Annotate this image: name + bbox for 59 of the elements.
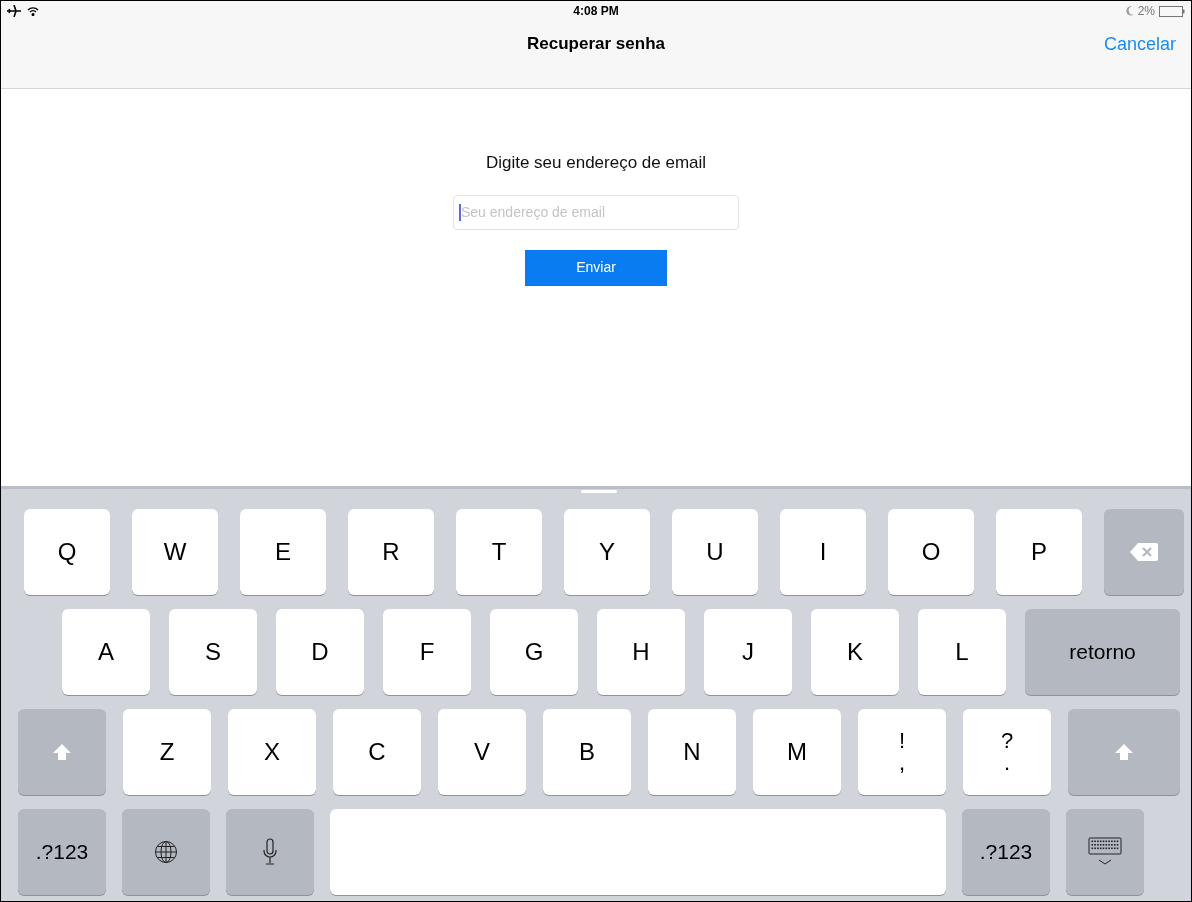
- globe-icon: [154, 840, 178, 864]
- backspace-key[interactable]: [1104, 509, 1184, 595]
- key[interactable]: ? .: [963, 709, 1051, 795]
- key[interactable]: P: [996, 509, 1082, 595]
- key[interactable]: S: [169, 609, 257, 695]
- wifi-icon: [27, 6, 39, 16]
- keyboard-hide-icon: [1088, 837, 1122, 867]
- key[interactable]: K: [811, 609, 899, 695]
- battery-percent: 2%: [1137, 3, 1155, 20]
- key[interactable]: Y: [564, 509, 650, 595]
- battery-icon: [1159, 5, 1185, 17]
- key-symbol: ,: [898, 752, 906, 774]
- key[interactable]: T: [456, 509, 542, 595]
- key[interactable]: F: [383, 609, 471, 695]
- key[interactable]: L: [918, 609, 1006, 695]
- moon-icon: [1125, 6, 1134, 16]
- hide-keyboard-key[interactable]: [1066, 809, 1144, 895]
- shift-icon: [1114, 743, 1134, 761]
- shift-key[interactable]: [18, 709, 106, 795]
- key[interactable]: B: [543, 709, 631, 795]
- email-field[interactable]: Seu endereço de email: [453, 194, 739, 230]
- globe-key[interactable]: [122, 809, 210, 895]
- key[interactable]: .?123: [962, 809, 1050, 895]
- key[interactable]: I: [780, 509, 866, 595]
- key[interactable]: Z: [123, 709, 211, 795]
- key[interactable]: X: [228, 709, 316, 795]
- email-prompt: Digite seu endereço de email: [485, 152, 707, 174]
- key-symbol: .: [1003, 752, 1011, 774]
- submit-button[interactable]: Enviar: [525, 249, 667, 286]
- keyboard-handle: [581, 490, 617, 493]
- key[interactable]: E: [240, 509, 326, 595]
- key[interactable]: .?123: [18, 809, 106, 895]
- key-symbol: !: [898, 730, 906, 752]
- key[interactable]: R: [348, 509, 434, 595]
- key[interactable]: H: [597, 609, 685, 695]
- key[interactable]: A: [62, 609, 150, 695]
- key[interactable]: M: [753, 709, 841, 795]
- key[interactable]: V: [438, 709, 526, 795]
- shift-key[interactable]: [1068, 709, 1180, 795]
- key[interactable]: ! ,: [858, 709, 946, 795]
- key[interactable]: O: [888, 509, 974, 595]
- navigation-title: Recuperar senha: [527, 32, 665, 55]
- microphone-icon: [262, 838, 278, 866]
- key[interactable]: D: [276, 609, 364, 695]
- status-time: 4:08 PM: [573, 3, 619, 20]
- key[interactable]: G: [490, 609, 578, 695]
- key[interactable]: N: [648, 709, 736, 795]
- dictation-key[interactable]: [226, 809, 314, 895]
- airplane-icon: [7, 5, 21, 17]
- key[interactable]: W: [132, 509, 218, 595]
- backspace-icon: [1129, 542, 1159, 562]
- space-key[interactable]: [330, 809, 946, 895]
- key[interactable]: C: [333, 709, 421, 795]
- key[interactable]: J: [704, 609, 792, 695]
- shift-icon: [52, 743, 72, 761]
- key-symbol: ?: [1000, 730, 1014, 752]
- key[interactable]: Q: [24, 509, 110, 595]
- key[interactable]: U: [672, 509, 758, 595]
- key[interactable]: retorno: [1025, 609, 1180, 695]
